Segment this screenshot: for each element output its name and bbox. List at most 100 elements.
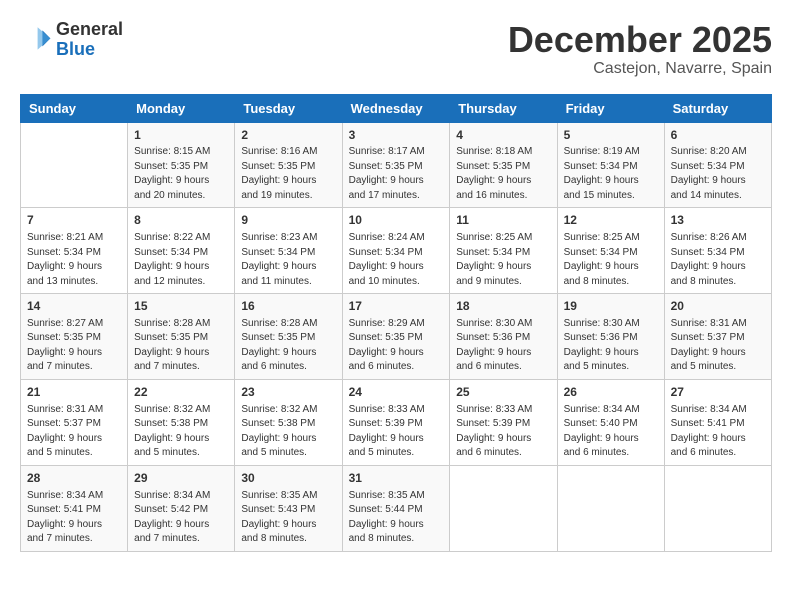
day-info: Sunrise: 8:28 AM Sunset: 5:35 PM Dayligh… — [241, 317, 335, 375]
day-info: Sunrise: 8:32 AM Sunset: 5:38 PM Dayligh… — [241, 403, 335, 461]
day-info: Sunrise: 8:16 AM Sunset: 5:35 PM Dayligh… — [241, 145, 335, 203]
day-info: Sunrise: 8:15 AM Sunset: 5:35 PM Dayligh… — [134, 145, 228, 203]
day-number: 27 — [671, 384, 765, 401]
day-number: 15 — [134, 298, 228, 315]
calendar-cell: 6Sunrise: 8:20 AM Sunset: 5:34 PM Daylig… — [664, 122, 771, 208]
calendar-cell: 1Sunrise: 8:15 AM Sunset: 5:35 PM Daylig… — [128, 122, 235, 208]
day-number: 28 — [27, 470, 121, 487]
calendar-header-row: SundayMondayTuesdayWednesdayThursdayFrid… — [21, 94, 772, 122]
day-info: Sunrise: 8:25 AM Sunset: 5:34 PM Dayligh… — [456, 231, 550, 289]
day-number: 25 — [456, 384, 550, 401]
location: Castejon, Navarre, Spain — [508, 60, 772, 78]
day-number: 16 — [241, 298, 335, 315]
day-number: 2 — [241, 127, 335, 144]
calendar-cell: 7 Sunrise: 8:21 AM Sunset: 5:34 PM Daylig… — [21, 208, 128, 294]
day-number: 31 — [349, 470, 444, 487]
calendar-cell: 11 Sunrise: 8:25 AM Sunset: 5:34 PM Dayli… — [450, 208, 557, 294]
logo-general: General — [56, 20, 123, 40]
calendar-header-monday: Monday — [128, 94, 235, 122]
logo-text: General Blue — [56, 20, 123, 60]
day-info: Sunrise: 8:33 AM Sunset: 5:39 PM Dayligh… — [456, 403, 550, 461]
day-number: 7 — [27, 212, 121, 229]
day-number: 26 — [564, 384, 658, 401]
day-number: 14 — [27, 298, 121, 315]
day-number: 4 — [456, 127, 550, 144]
day-info: Sunrise: 8:20 AM Sunset: 5:34 PM Dayligh… — [671, 145, 765, 203]
calendar-cell: 25 Sunrise: 8:33 AM Sunset: 5:39 PM Dayli… — [450, 379, 557, 465]
calendar-cell: 16 Sunrise: 8:28 AM Sunset: 5:35 PM Dayli… — [235, 294, 342, 380]
calendar-header-tuesday: Tuesday — [235, 94, 342, 122]
day-info: Sunrise: 8:34 AM Sunset: 5:42 PM Dayligh… — [134, 489, 228, 547]
day-info: Sunrise: 8:31 AM Sunset: 5:37 PM Dayligh… — [671, 317, 765, 375]
day-info: Sunrise: 8:32 AM Sunset: 5:38 PM Dayligh… — [134, 403, 228, 461]
calendar-cell: 5Sunrise: 8:19 AM Sunset: 5:34 PM Daylig… — [557, 122, 664, 208]
logo-blue: Blue — [56, 40, 123, 60]
calendar-header-friday: Friday — [557, 94, 664, 122]
calendar-cell: 19 Sunrise: 8:30 AM Sunset: 5:36 PM Dayli… — [557, 294, 664, 380]
calendar-cell: 27 Sunrise: 8:34 AM Sunset: 5:41 PM Dayli… — [664, 379, 771, 465]
day-info: Sunrise: 8:34 AM Sunset: 5:41 PM Dayligh… — [671, 403, 765, 461]
day-info: Sunrise: 8:30 AM Sunset: 5:36 PM Dayligh… — [456, 317, 550, 375]
calendar-cell: 24Sunrise: 8:33 AM Sunset: 5:39 PM Dayli… — [342, 379, 450, 465]
calendar-cell: 31 Sunrise: 8:35 AM Sunset: 5:44 PM Dayli… — [342, 465, 450, 551]
day-info: Sunrise: 8:27 AM Sunset: 5:35 PM Dayligh… — [27, 317, 121, 375]
day-number: 1 — [134, 127, 228, 144]
day-number: 18 — [456, 298, 550, 315]
calendar-cell: 17 Sunrise: 8:29 AM Sunset: 5:35 PM Dayli… — [342, 294, 450, 380]
day-info: Sunrise: 8:17 AM Sunset: 5:35 PM Dayligh… — [349, 145, 444, 203]
day-number: 21 — [27, 384, 121, 401]
calendar-header-wednesday: Wednesday — [342, 94, 450, 122]
calendar-cell: 20 Sunrise: 8:31 AM Sunset: 5:37 PM Dayli… — [664, 294, 771, 380]
day-info: Sunrise: 8:23 AM Sunset: 5:34 PM Dayligh… — [241, 231, 335, 289]
calendar-cell — [21, 122, 128, 208]
calendar-cell: 21 Sunrise: 8:31 AM Sunset: 5:37 PM Dayli… — [21, 379, 128, 465]
day-number: 8 — [134, 212, 228, 229]
day-number: 12 — [564, 212, 658, 229]
calendar-cell — [557, 465, 664, 551]
calendar-header-sunday: Sunday — [21, 94, 128, 122]
calendar-week-4: 21 Sunrise: 8:31 AM Sunset: 5:37 PM Dayli… — [21, 379, 772, 465]
month-title: December 2025 — [508, 20, 772, 60]
day-number: 9 — [241, 212, 335, 229]
day-number: 23 — [241, 384, 335, 401]
calendar-cell: 3Sunrise: 8:17 AM Sunset: 5:35 PM Daylig… — [342, 122, 450, 208]
day-number: 10 — [349, 212, 444, 229]
day-info: Sunrise: 8:33 AM Sunset: 5:39 PM Dayligh… — [349, 403, 444, 461]
page-header: General Blue December 2025 Castejon, Nav… — [20, 20, 772, 78]
day-info: Sunrise: 8:29 AM Sunset: 5:35 PM Dayligh… — [349, 317, 444, 375]
day-info: Sunrise: 8:28 AM Sunset: 5:35 PM Dayligh… — [134, 317, 228, 375]
calendar-cell: 26 Sunrise: 8:34 AM Sunset: 5:40 PM Dayli… — [557, 379, 664, 465]
calendar-cell: 10 Sunrise: 8:24 AM Sunset: 5:34 PM Dayli… — [342, 208, 450, 294]
day-number: 22 — [134, 384, 228, 401]
day-number: 3 — [349, 127, 444, 144]
calendar-cell: 14 Sunrise: 8:27 AM Sunset: 5:35 PM Dayli… — [21, 294, 128, 380]
calendar-cell: 4Sunrise: 8:18 AM Sunset: 5:35 PM Daylig… — [450, 122, 557, 208]
day-info: Sunrise: 8:19 AM Sunset: 5:34 PM Dayligh… — [564, 145, 658, 203]
calendar-cell: 8Sunrise: 8:22 AM Sunset: 5:34 PM Daylig… — [128, 208, 235, 294]
day-info: Sunrise: 8:30 AM Sunset: 5:36 PM Dayligh… — [564, 317, 658, 375]
calendar-cell: 30Sunrise: 8:35 AM Sunset: 5:43 PM Dayli… — [235, 465, 342, 551]
day-info: Sunrise: 8:24 AM Sunset: 5:34 PM Dayligh… — [349, 231, 444, 289]
calendar-week-3: 14 Sunrise: 8:27 AM Sunset: 5:35 PM Dayli… — [21, 294, 772, 380]
day-number: 20 — [671, 298, 765, 315]
day-number: 11 — [456, 212, 550, 229]
day-info: Sunrise: 8:34 AM Sunset: 5:40 PM Dayligh… — [564, 403, 658, 461]
day-info: Sunrise: 8:31 AM Sunset: 5:37 PM Dayligh… — [27, 403, 121, 461]
day-info: Sunrise: 8:26 AM Sunset: 5:34 PM Dayligh… — [671, 231, 765, 289]
day-number: 17 — [349, 298, 444, 315]
calendar-cell — [664, 465, 771, 551]
day-number: 19 — [564, 298, 658, 315]
calendar-cell — [450, 465, 557, 551]
calendar-cell: 28Sunrise: 8:34 AM Sunset: 5:41 PM Dayli… — [21, 465, 128, 551]
calendar-cell: 9 Sunrise: 8:23 AM Sunset: 5:34 PM Daylig… — [235, 208, 342, 294]
calendar-header-saturday: Saturday — [664, 94, 771, 122]
calendar-week-1: 1Sunrise: 8:15 AM Sunset: 5:35 PM Daylig… — [21, 122, 772, 208]
day-number: 6 — [671, 127, 765, 144]
calendar-cell: 22 Sunrise: 8:32 AM Sunset: 5:38 PM Dayli… — [128, 379, 235, 465]
day-info: Sunrise: 8:21 AM Sunset: 5:34 PM Dayligh… — [27, 231, 121, 289]
calendar-cell: 13Sunrise: 8:26 AM Sunset: 5:34 PM Dayli… — [664, 208, 771, 294]
calendar-cell: 29 Sunrise: 8:34 AM Sunset: 5:42 PM Dayli… — [128, 465, 235, 551]
calendar-table: SundayMondayTuesdayWednesdayThursdayFrid… — [20, 94, 772, 552]
day-info: Sunrise: 8:35 AM Sunset: 5:44 PM Dayligh… — [349, 489, 444, 547]
day-number: 29 — [134, 470, 228, 487]
